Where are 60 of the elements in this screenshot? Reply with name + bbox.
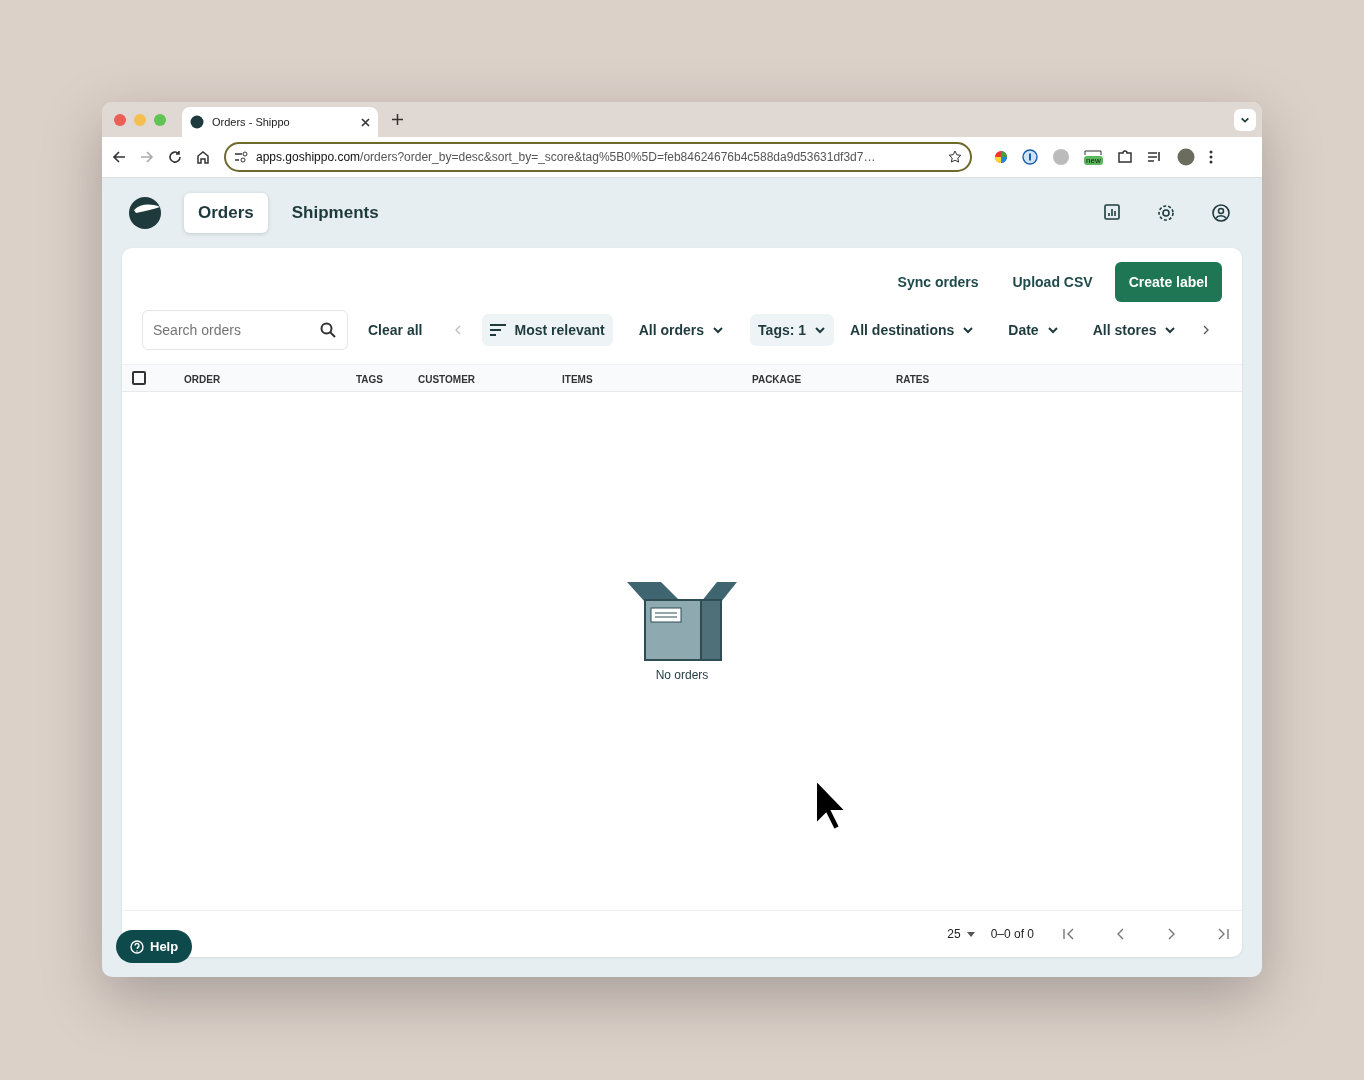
color-wheel-icon[interactable] (994, 150, 1008, 164)
tab-favicon-icon (190, 115, 204, 129)
star-icon[interactable] (948, 150, 962, 164)
home-icon[interactable] (196, 150, 210, 164)
caret-icon (712, 324, 725, 336)
media-queue-icon[interactable] (1146, 150, 1163, 164)
more-menu-icon[interactable] (1208, 150, 1213, 164)
previous-page-icon[interactable] (1116, 928, 1126, 940)
column-header: CUSTOMER (418, 374, 476, 385)
frame-icon (1084, 149, 1103, 156)
back-arrow-icon[interactable] (112, 150, 126, 164)
column-header: ITEMS (562, 374, 593, 385)
filter-button[interactable]: All orders (630, 314, 733, 346)
puzzle-icon[interactable] (1116, 149, 1133, 165)
action-button[interactable]: Sync orders (885, 264, 991, 300)
caret-icon (962, 324, 975, 336)
search-icon (320, 322, 336, 338)
filter-button[interactable]: Most relevant (482, 314, 613, 346)
profile-avatar-icon[interactable] (1176, 148, 1195, 166)
caret-icon (1164, 324, 1177, 336)
first-page-icon[interactable] (1062, 928, 1076, 940)
browser-tab[interactable]: Orders - Shippo (182, 107, 378, 137)
new-tab-icon[interactable] (392, 114, 403, 125)
next-page-icon[interactable] (1166, 928, 1176, 940)
filter-button[interactable]: Tags: 1 (750, 314, 835, 346)
help-button[interactable]: Help (116, 930, 193, 963)
address-bar[interactable]: apps.goshippo.com/orders?order_by=desc&sort_by=_score&tag%5B0%5D=feb84624676b4c588da9d53631df3d7… (224, 142, 972, 172)
filter-button[interactable]: Date (1000, 314, 1067, 346)
page-size-select[interactable]: 25 (941, 926, 981, 942)
column-header: TAGS (356, 374, 384, 385)
caret-icon (966, 931, 975, 937)
sort-icon (490, 324, 507, 336)
last-page-icon[interactable] (1216, 928, 1230, 940)
nav-tab[interactable]: Shipments (277, 193, 393, 233)
column-header: ORDER (184, 374, 221, 385)
caret-icon (814, 324, 827, 336)
clear-all-button[interactable]: Clear all (356, 314, 435, 346)
close-icon[interactable] (361, 117, 370, 127)
filter-button[interactable]: All stores (1084, 314, 1185, 346)
column-header: RATES (896, 374, 930, 385)
column-header: PACKAGE (752, 374, 802, 385)
chart-icon[interactable] (1104, 204, 1120, 220)
empty-state-text: No orders (655, 668, 709, 682)
settings-icon[interactable] (1157, 204, 1175, 222)
site-settings-icon (234, 151, 248, 163)
tab-list-button[interactable] (1234, 108, 1256, 131)
search-field[interactable]: Search orders (142, 310, 348, 350)
scroll-right-icon[interactable] (1202, 325, 1211, 335)
nav-tab[interactable]: Orders (184, 193, 268, 233)
create-label-button[interactable]: Create label (1114, 262, 1222, 302)
reload-icon[interactable] (168, 150, 182, 164)
password-manager-icon[interactable] (1022, 149, 1038, 165)
logo-icon[interactable] (128, 196, 164, 230)
account-icon[interactable] (1212, 204, 1230, 222)
filter-button[interactable]: All destinations (842, 314, 983, 346)
action-button[interactable]: Upload CSV (1000, 264, 1105, 300)
caret-icon (1046, 324, 1059, 336)
select-all-checkbox[interactable] (132, 371, 146, 385)
question-icon (130, 939, 144, 954)
page-range: 0–0 of 0 (990, 927, 1034, 941)
